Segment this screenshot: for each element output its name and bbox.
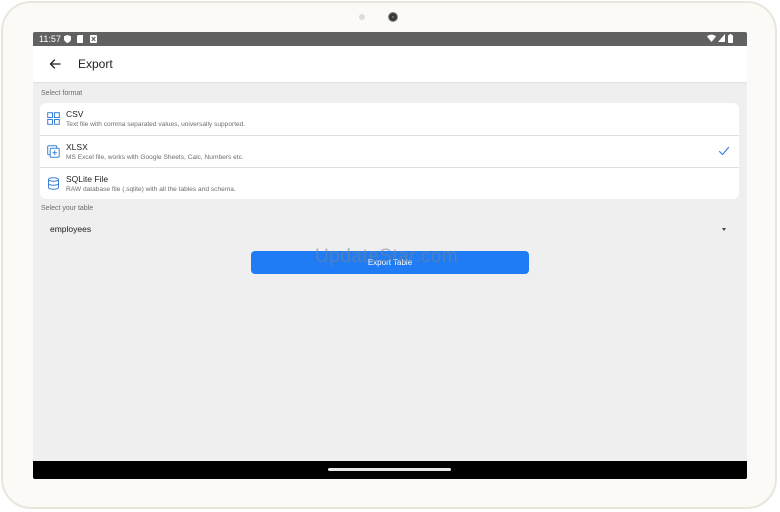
app-bar: Export (33, 46, 747, 83)
format-option-sqlite[interactable]: SQLite File RAW database file (.sqlite) … (40, 167, 739, 200)
select-table-label: Select your table (41, 205, 94, 212)
format-options-list: CSV Text file with comma separated value… (40, 103, 739, 199)
dropdown-arrow-icon (722, 228, 726, 231)
notification-icon (90, 35, 97, 43)
add-sheet-icon (47, 145, 60, 158)
navigation-bar (33, 461, 747, 479)
status-right-icons (706, 34, 733, 44)
status-time: 11:57 (39, 34, 61, 44)
arrow-left-icon[interactable] (47, 56, 63, 72)
format-description: MS Excel file, works with Google Sheets,… (66, 154, 244, 161)
light-sensor (359, 14, 365, 20)
battery-icon (728, 34, 733, 43)
export-table-button[interactable]: Export Table (251, 251, 529, 274)
wifi-icon (706, 34, 716, 42)
sim-icon (77, 35, 83, 43)
format-option-csv[interactable]: CSV Text file with comma separated value… (40, 103, 739, 135)
checkmark-icon (718, 146, 730, 156)
format-name: XLSX (66, 142, 88, 152)
front-camera (388, 12, 398, 22)
table-dropdown[interactable]: employees (40, 218, 739, 240)
format-name: SQLite File (66, 174, 109, 184)
format-description: RAW database file (.sqlite) with all the… (66, 186, 236, 193)
select-format-label: Select format (41, 90, 83, 97)
grid-icon (47, 112, 60, 125)
format-description: Text file with comma separated values, u… (66, 121, 246, 128)
selected-table-value: employees (50, 224, 92, 234)
status-bar: 11:57 (33, 32, 747, 46)
shield-icon (64, 35, 71, 43)
signal-icon (718, 34, 726, 42)
format-name: CSV (66, 109, 84, 119)
database-icon (48, 177, 59, 190)
home-gesture-handle[interactable] (328, 468, 451, 471)
device-screen: 11:57 Export Select format CSV Text file… (33, 32, 747, 479)
page-title: Export (78, 57, 113, 71)
format-option-xlsx[interactable]: XLSX MS Excel file, works with Google Sh… (40, 135, 739, 168)
